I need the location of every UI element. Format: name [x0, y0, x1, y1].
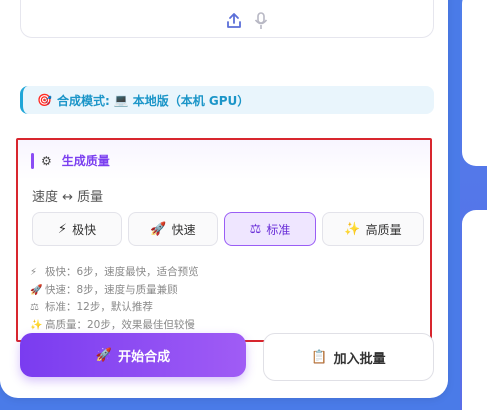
- rocket-icon: 🚀: [150, 221, 167, 237]
- batch-label: 加入批量: [333, 350, 386, 366]
- note-text: 标准：12步，默认推荐: [45, 301, 153, 313]
- scale-icon: ⚖: [249, 221, 262, 237]
- sparkles-icon: ✨: [30, 319, 43, 331]
- mode-value: 本地版（本机 GPU）: [132, 93, 250, 108]
- quality-title: 生成质量: [61, 154, 110, 168]
- quality-option-high[interactable]: ✨ 高质量: [322, 212, 424, 246]
- sparkles-icon: ✨: [344, 221, 361, 237]
- gear-icon: ⚙: [41, 153, 52, 168]
- add-to-batch-button[interactable]: 📋 加入批量: [263, 333, 434, 381]
- quality-subtitle: 速度 ↔ 质量: [32, 190, 104, 205]
- lightning-icon: ⚡: [30, 267, 38, 278]
- rocket-icon: 🚀: [30, 284, 43, 296]
- note-text: 极快：6步，速度最快，适合预览: [45, 266, 199, 278]
- quality-header: ⚙ 生成质量: [31, 152, 110, 169]
- text-input-area[interactable]: [20, 0, 434, 38]
- rocket-icon: 🚀: [95, 347, 113, 362]
- start-synthesis-button[interactable]: 🚀 开始合成: [20, 333, 246, 377]
- lightning-icon: ⚡: [57, 221, 68, 237]
- note-line: ⚖ 标准：12步，默认推荐: [30, 299, 199, 317]
- option-label: 快速: [171, 222, 196, 237]
- side-card-top: [462, 0, 487, 166]
- upload-icon[interactable]: [226, 12, 242, 30]
- quality-option-fastest[interactable]: ⚡ 极快: [32, 212, 122, 246]
- start-label: 开始合成: [118, 348, 171, 364]
- input-toolbar: [226, 12, 270, 30]
- option-label: 极快: [72, 222, 97, 237]
- option-label: 标准: [266, 222, 291, 237]
- target-icon: 🎯: [37, 93, 52, 107]
- side-card-bottom: [462, 210, 487, 410]
- note-line: ✨ 高质量：20步，效果最佳但较慢: [30, 317, 199, 335]
- scale-icon: ⚖: [30, 302, 39, 313]
- quality-option-standard[interactable]: ⚖ 标准: [224, 212, 316, 246]
- quality-options: ⚡ 极快 🚀 快速 ⚖ 标准 ✨ 高质量: [32, 212, 424, 246]
- accent-bar: [31, 152, 34, 169]
- quality-option-fast[interactable]: 🚀 快速: [128, 212, 218, 246]
- quality-notes: ⚡ 极快：6步，速度最快，适合预览 🚀 快速：8步，速度与质量兼顾 ⚖ 标准：1…: [30, 264, 199, 334]
- clipboard-icon: 📋: [311, 349, 328, 364]
- note-line: 🚀 快速：8步，速度与质量兼顾: [30, 282, 199, 300]
- note-line: ⚡ 极快：6步，速度最快，适合预览: [30, 264, 199, 282]
- note-text: 快速：8步，速度与质量兼顾: [45, 283, 178, 296]
- note-text: 高质量：20步，效果最佳但较慢: [45, 318, 195, 331]
- microphone-icon[interactable]: [254, 12, 270, 30]
- quality-section: ⚙ 生成质量 速度 ↔ 质量 ⚡ 极快 🚀 快速 ⚖ 标准 ✨ 高质量 ⚡ 极快…: [16, 138, 432, 342]
- mode-label: 合成模式:: [56, 93, 110, 108]
- computer-icon: 💻: [113, 93, 129, 107]
- option-label: 高质量: [365, 222, 402, 237]
- synthesis-mode-banner: 🎯 合成模式: 💻 本地版（本机 GPU）: [20, 86, 434, 114]
